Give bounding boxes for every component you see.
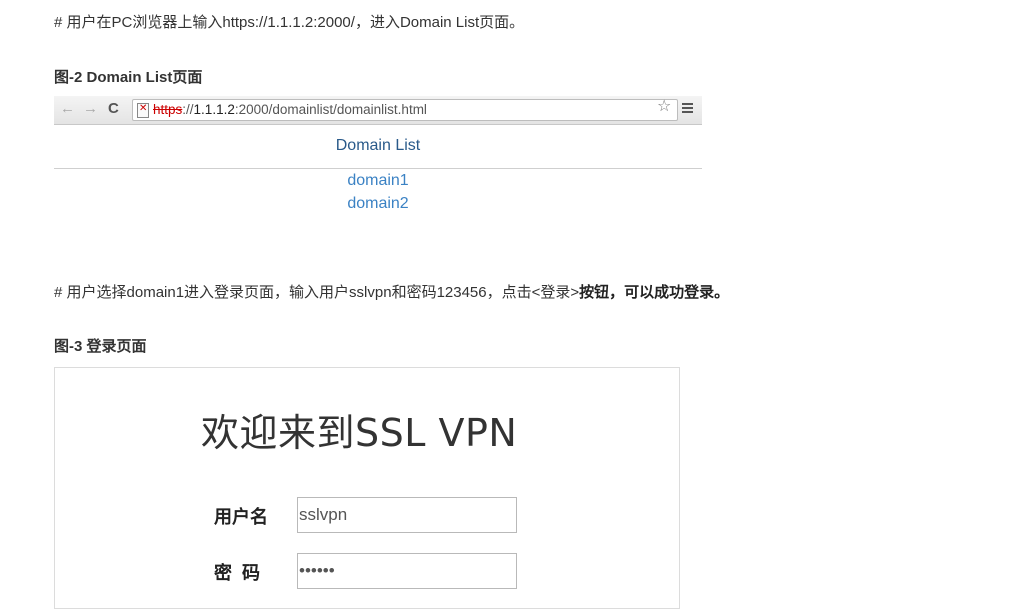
menu-icon[interactable] bbox=[682, 103, 693, 115]
figure-3-caption: 图-3 登录页面 bbox=[54, 338, 147, 355]
browser-toolbar: ← → C https://1.1.1.2:2000/domainlist/do… bbox=[54, 96, 702, 125]
step-paragraph: # 用户选择domain1进入登录页面，输入用户sslvpn和密码123456，… bbox=[54, 281, 729, 302]
url-text[interactable]: https://1.1.1.2:2000/domainlist/domainli… bbox=[153, 102, 427, 117]
welcome-title: 欢迎来到SSL VPN bbox=[201, 411, 518, 455]
url-path: :2000/domainlist/domainlist.html bbox=[234, 102, 427, 117]
domain-link-domain2[interactable]: domain2 bbox=[54, 195, 702, 213]
domain-link-domain1[interactable]: domain1 bbox=[54, 172, 702, 190]
url-separator: :// bbox=[182, 102, 194, 117]
address-bar[interactable]: https://1.1.1.2:2000/domainlist/domainli… bbox=[132, 99, 678, 121]
url-host: 1.1.1.2 bbox=[193, 102, 235, 117]
insecure-page-icon bbox=[137, 103, 149, 118]
forward-arrow-icon[interactable]: → bbox=[83, 100, 98, 118]
figure-2-caption: 图-2 Domain List页面 bbox=[54, 69, 203, 86]
reload-icon[interactable]: C bbox=[108, 100, 119, 118]
login-screenshot: 欢迎来到SSL VPN 用户名 密 码 bbox=[54, 367, 680, 609]
divider bbox=[54, 168, 702, 169]
bookmark-star-icon[interactable]: ☆ bbox=[657, 98, 671, 116]
step-text-bold: 按钮，可以成功登录。 bbox=[579, 284, 730, 301]
url-scheme: https bbox=[153, 102, 183, 117]
domain-list-heading: Domain List bbox=[335, 137, 421, 154]
intro-paragraph: # 用户在PC浏览器上输入https://1.1.1.2:2000/，进入Dom… bbox=[54, 14, 525, 31]
step-text: # 用户选择domain1进入登录页面，输入用户sslvpn和密码123456，… bbox=[54, 284, 580, 301]
back-arrow-icon[interactable]: ← bbox=[60, 100, 75, 118]
password-label: 密 码 bbox=[214, 563, 261, 583]
username-input[interactable] bbox=[297, 497, 517, 533]
password-input[interactable] bbox=[297, 553, 517, 589]
username-label: 用户名 bbox=[214, 507, 268, 527]
browser-screenshot: ← → C https://1.1.1.2:2000/domainlist/do… bbox=[54, 96, 702, 226]
